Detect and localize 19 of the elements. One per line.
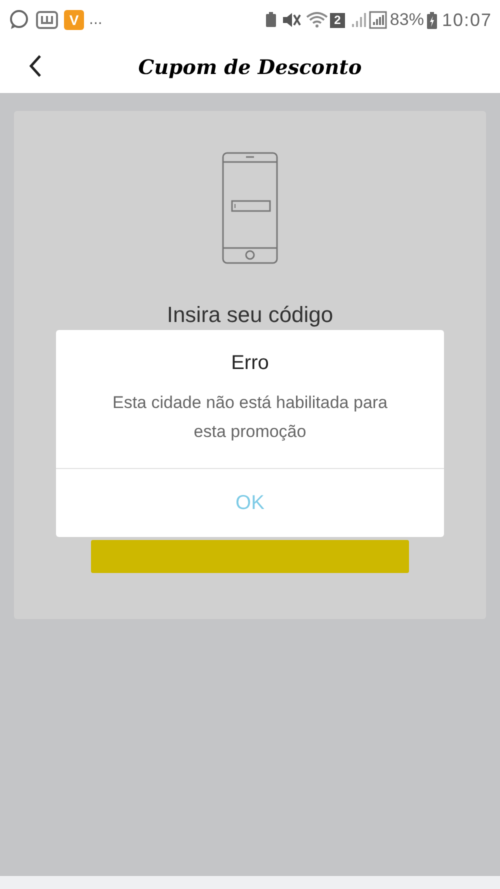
ok-button[interactable]: OK — [56, 469, 444, 537]
dialog-title: Erro — [231, 351, 269, 376]
charging-battery-icon — [426, 12, 437, 28]
sim-badge: 2 — [330, 12, 345, 28]
dialog-message: Esta cidade não está habilitada para esta promoção — [111, 392, 389, 443]
app-badge: V — [64, 10, 84, 30]
header-title: Cupom de Desconto — [138, 54, 362, 80]
signal-icon — [350, 12, 367, 28]
battery-percentage: 83% — [390, 9, 424, 32]
more-notifications: ... — [89, 10, 102, 30]
wifi-icon — [306, 12, 328, 28]
mute-icon — [282, 12, 302, 28]
battery-saver-icon — [264, 12, 277, 28]
card-heading: Insira seu código — [166, 302, 334, 328]
signal-icon — [368, 11, 387, 29]
chat-bubble-icon — [8, 9, 30, 31]
back-icon — [28, 54, 42, 78]
clock: 10:07 — [442, 8, 492, 32]
app-icon — [36, 10, 58, 30]
